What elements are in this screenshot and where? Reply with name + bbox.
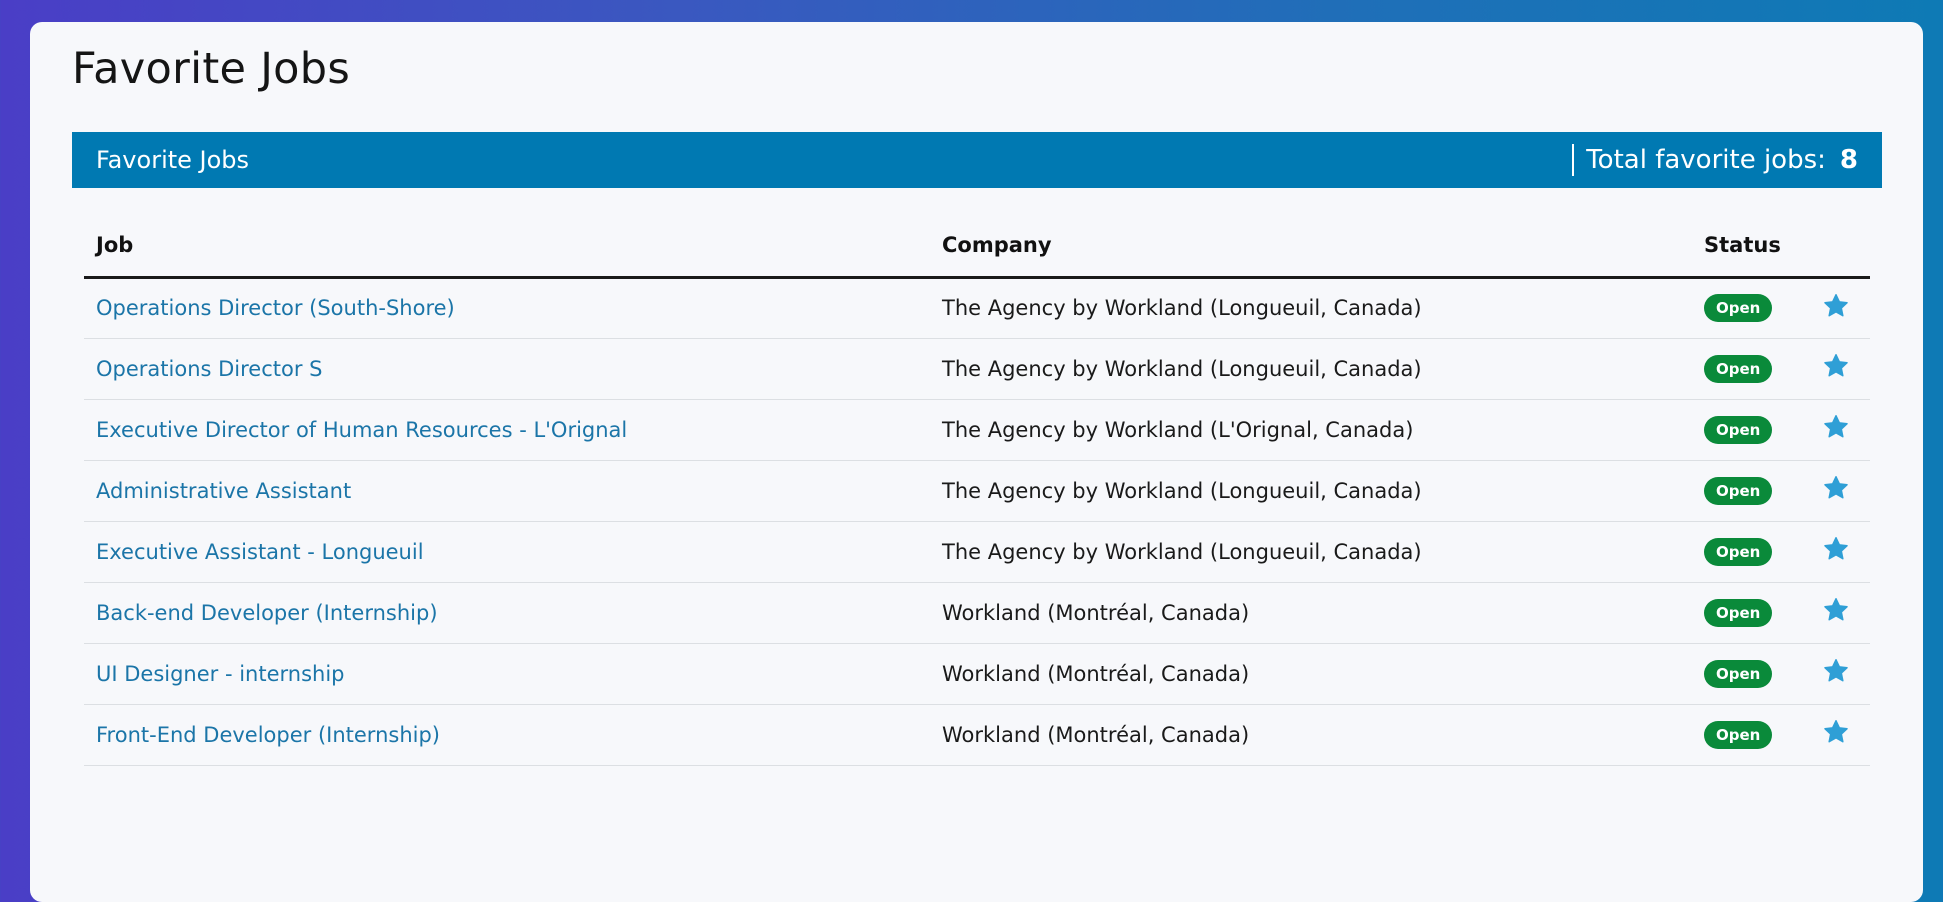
panel-title: Favorite Jobs <box>96 146 250 174</box>
favorite-cell <box>1810 704 1870 766</box>
job-link[interactable]: Front-End Developer (Internship) <box>96 723 440 747</box>
table-row: Operations Director S The Agency by Work… <box>84 338 1870 400</box>
star-icon[interactable] <box>1822 352 1850 380</box>
status-badge: Open <box>1704 476 1773 505</box>
column-header-status: Status <box>1692 214 1810 279</box>
status-cell: Open <box>1692 277 1810 339</box>
company-cell: The Agency by Workland (L'Orignal, Canad… <box>930 399 1692 461</box>
status-cell: Open <box>1692 704 1810 766</box>
total-favorites: Total favorite jobs: 8 <box>1572 144 1858 176</box>
panel-header: Favorite Jobs Total favorite jobs: 8 <box>72 132 1882 188</box>
page-title: Favorite Jobs <box>72 44 351 94</box>
job-link[interactable]: Administrative Assistant <box>96 479 351 503</box>
star-icon[interactable] <box>1822 292 1850 320</box>
favorite-cell <box>1810 277 1870 339</box>
star-icon[interactable] <box>1822 474 1850 502</box>
status-badge: Open <box>1704 659 1773 688</box>
job-link[interactable]: Operations Director S <box>96 357 323 381</box>
table-row: Administrative Assistant The Agency by W… <box>84 460 1870 522</box>
total-favorites-count: 8 <box>1839 145 1858 175</box>
table-row: Operations Director (South-Shore) The Ag… <box>84 277 1870 339</box>
table-row: Front-End Developer (Internship) Worklan… <box>84 704 1870 766</box>
star-icon[interactable] <box>1822 718 1850 746</box>
star-icon[interactable] <box>1822 413 1850 441</box>
company-cell: Workland (Montréal, Canada) <box>930 704 1692 766</box>
favorite-cell <box>1810 338 1870 400</box>
status-badge: Open <box>1704 415 1773 444</box>
status-cell: Open <box>1692 521 1810 583</box>
job-cell: Operations Director (South-Shore) <box>84 277 930 339</box>
job-link[interactable]: Executive Director of Human Resources - … <box>96 418 627 442</box>
job-cell: Operations Director S <box>84 338 930 400</box>
favorite-jobs-card: Favorite Jobs Favorite Jobs Total favori… <box>30 22 1923 902</box>
company-cell: The Agency by Workland (Longueuil, Canad… <box>930 338 1692 400</box>
star-icon[interactable] <box>1822 535 1850 563</box>
job-link[interactable]: UI Designer - internship <box>96 662 345 686</box>
total-favorites-label: Total favorite jobs: <box>1586 145 1826 175</box>
company-cell: The Agency by Workland (Longueuil, Canad… <box>930 277 1692 339</box>
status-cell: Open <box>1692 582 1810 644</box>
table-body: Operations Director (South-Shore) The Ag… <box>84 277 1870 766</box>
status-badge: Open <box>1704 354 1773 383</box>
table-row: UI Designer - internship Workland (Montr… <box>84 643 1870 705</box>
company-cell: The Agency by Workland (Longueuil, Canad… <box>930 460 1692 522</box>
favorite-cell <box>1810 582 1870 644</box>
table-row: Back-end Developer (Internship) Workland… <box>84 582 1870 644</box>
job-link[interactable]: Executive Assistant - Longueuil <box>96 540 424 564</box>
column-header-favorite <box>1810 214 1870 279</box>
job-link[interactable]: Operations Director (South-Shore) <box>96 296 455 320</box>
favorite-cell <box>1810 399 1870 461</box>
favorite-cell <box>1810 643 1870 705</box>
company-cell: Workland (Montréal, Canada) <box>930 582 1692 644</box>
status-badge: Open <box>1704 537 1773 566</box>
status-cell: Open <box>1692 460 1810 522</box>
company-cell: The Agency by Workland (Longueuil, Canad… <box>930 521 1692 583</box>
table-header-row: Job Company Status <box>84 214 1870 279</box>
status-cell: Open <box>1692 399 1810 461</box>
job-link[interactable]: Back-end Developer (Internship) <box>96 601 438 625</box>
company-cell: Workland (Montréal, Canada) <box>930 643 1692 705</box>
job-cell: Front-End Developer (Internship) <box>84 704 930 766</box>
status-badge: Open <box>1704 294 1773 322</box>
job-cell: Back-end Developer (Internship) <box>84 582 930 644</box>
table-row: Executive Assistant - Longueuil The Agen… <box>84 521 1870 583</box>
column-header-job: Job <box>84 214 930 279</box>
status-cell: Open <box>1692 338 1810 400</box>
favorite-jobs-table: Job Company Status Operations Director (… <box>84 214 1870 766</box>
status-badge: Open <box>1704 720 1773 749</box>
column-header-company: Company <box>930 214 1692 279</box>
status-cell: Open <box>1692 643 1810 705</box>
star-icon[interactable] <box>1822 596 1850 624</box>
job-cell: UI Designer - internship <box>84 643 930 705</box>
star-icon[interactable] <box>1822 657 1850 685</box>
job-cell: Administrative Assistant <box>84 460 930 522</box>
status-badge: Open <box>1704 598 1773 627</box>
favorite-cell <box>1810 521 1870 583</box>
table-row: Executive Director of Human Resources - … <box>84 399 1870 461</box>
job-cell: Executive Assistant - Longueuil <box>84 521 930 583</box>
job-cell: Executive Director of Human Resources - … <box>84 399 930 461</box>
favorite-cell <box>1810 460 1870 522</box>
